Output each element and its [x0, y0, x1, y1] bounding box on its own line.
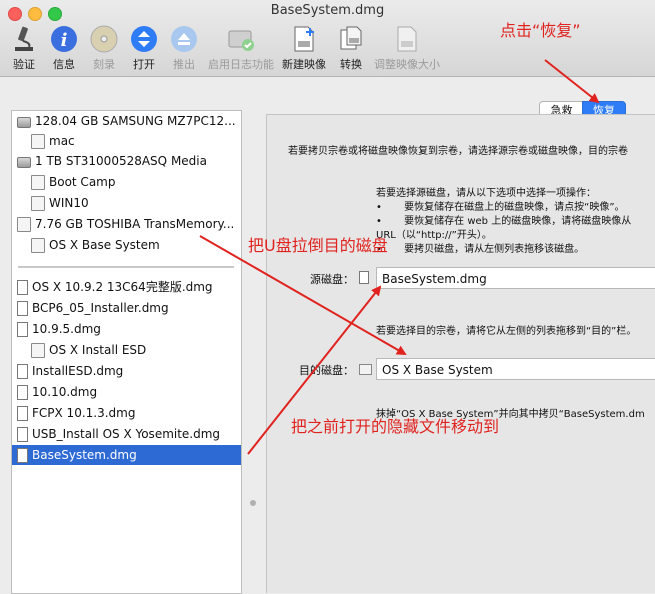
annotation-arrows — [199, 59, 600, 455]
annotation-click-restore: 点击“恢复” — [500, 21, 581, 40]
arrow-to-restore-tab — [544, 59, 600, 104]
annotation-drag-hidden-file: 把之前打开的隐藏文件移动到 — [291, 417, 500, 436]
annotation-drag-usb: 把U盘拉倒目的磁盘 — [248, 236, 388, 255]
